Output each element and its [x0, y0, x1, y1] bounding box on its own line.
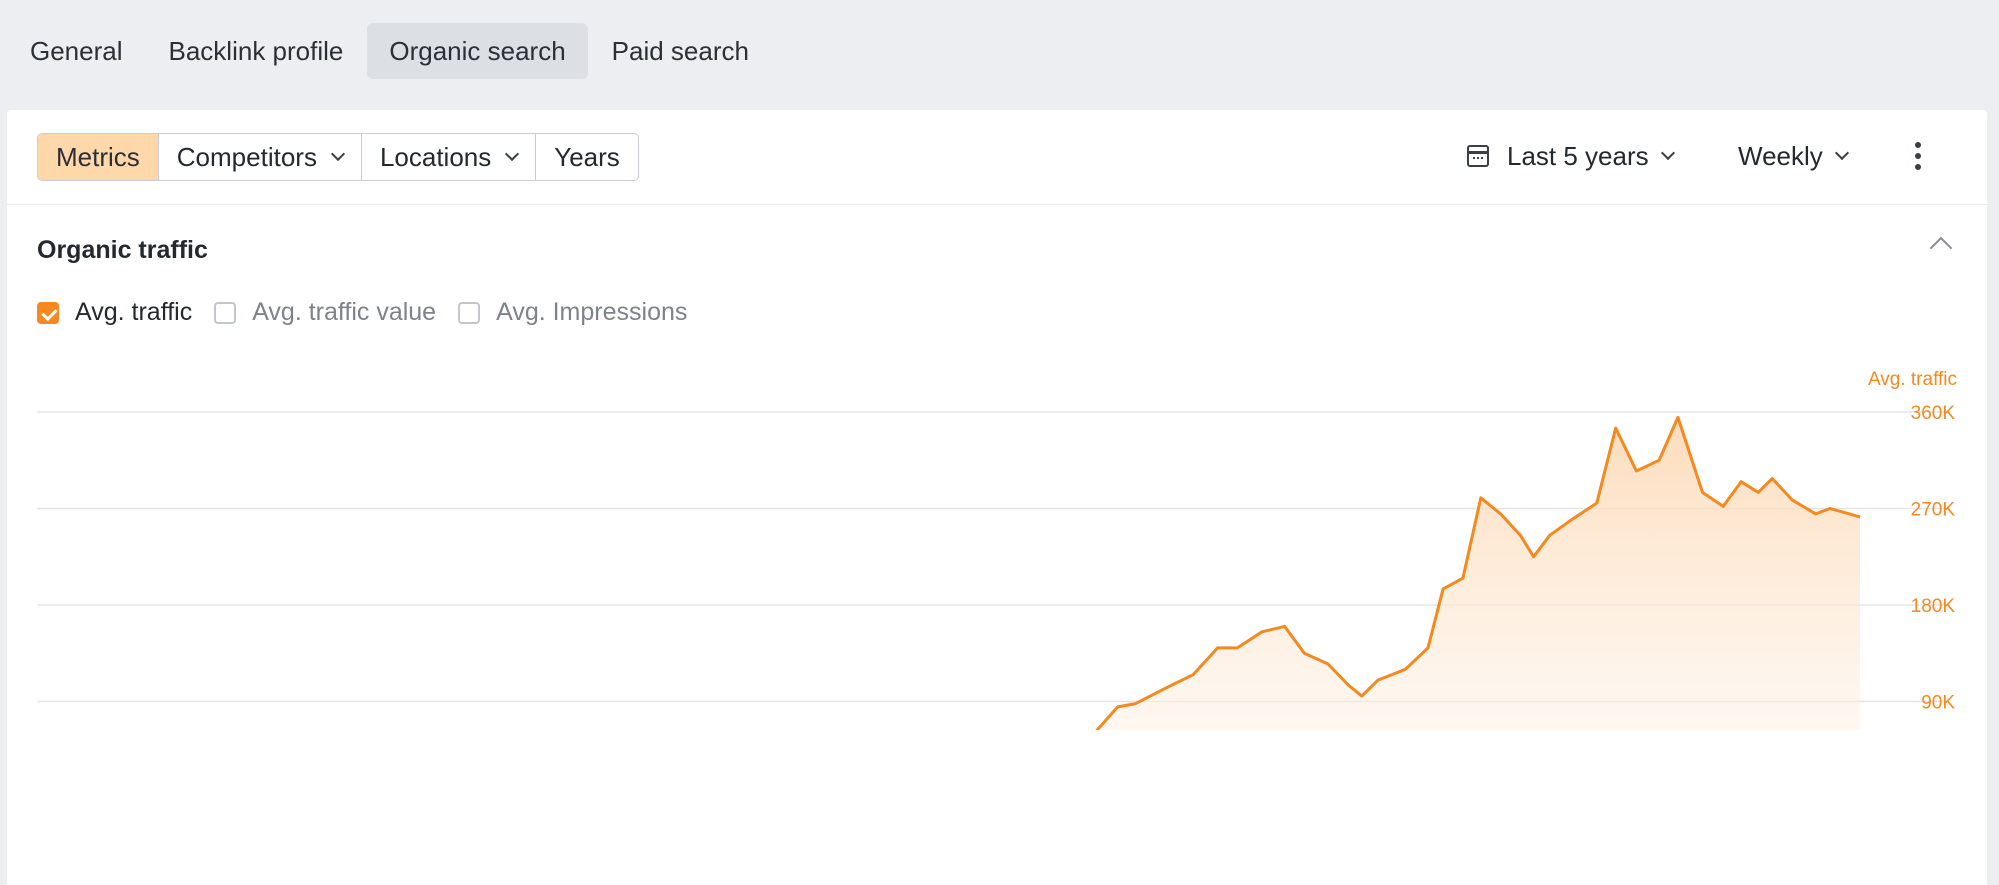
y-tick-label: 90K: [1921, 693, 1955, 714]
y-tick-label: 360K: [1911, 403, 1956, 424]
traffic-area: [1097, 417, 1860, 730]
y-tick-label: 180K: [1911, 596, 1956, 617]
top-tabs: General Backlink profile Organic search …: [0, 22, 773, 80]
tab-backlink-profile[interactable]: Backlink profile: [147, 23, 366, 79]
tab-general[interactable]: General: [8, 23, 145, 79]
y-tick-label: 270K: [1911, 500, 1956, 521]
tab-paid-search[interactable]: Paid search: [590, 23, 771, 79]
y-axis-title: Avg. traffic: [1868, 369, 1957, 390]
report-panel: Metrics Competitors Locations Years Last…: [7, 110, 1987, 885]
organic-traffic-chart: Avg. traffic090K180K270K360K6–12 Jul 202…: [37, 369, 1957, 730]
tab-organic-search[interactable]: Organic search: [367, 23, 588, 79]
